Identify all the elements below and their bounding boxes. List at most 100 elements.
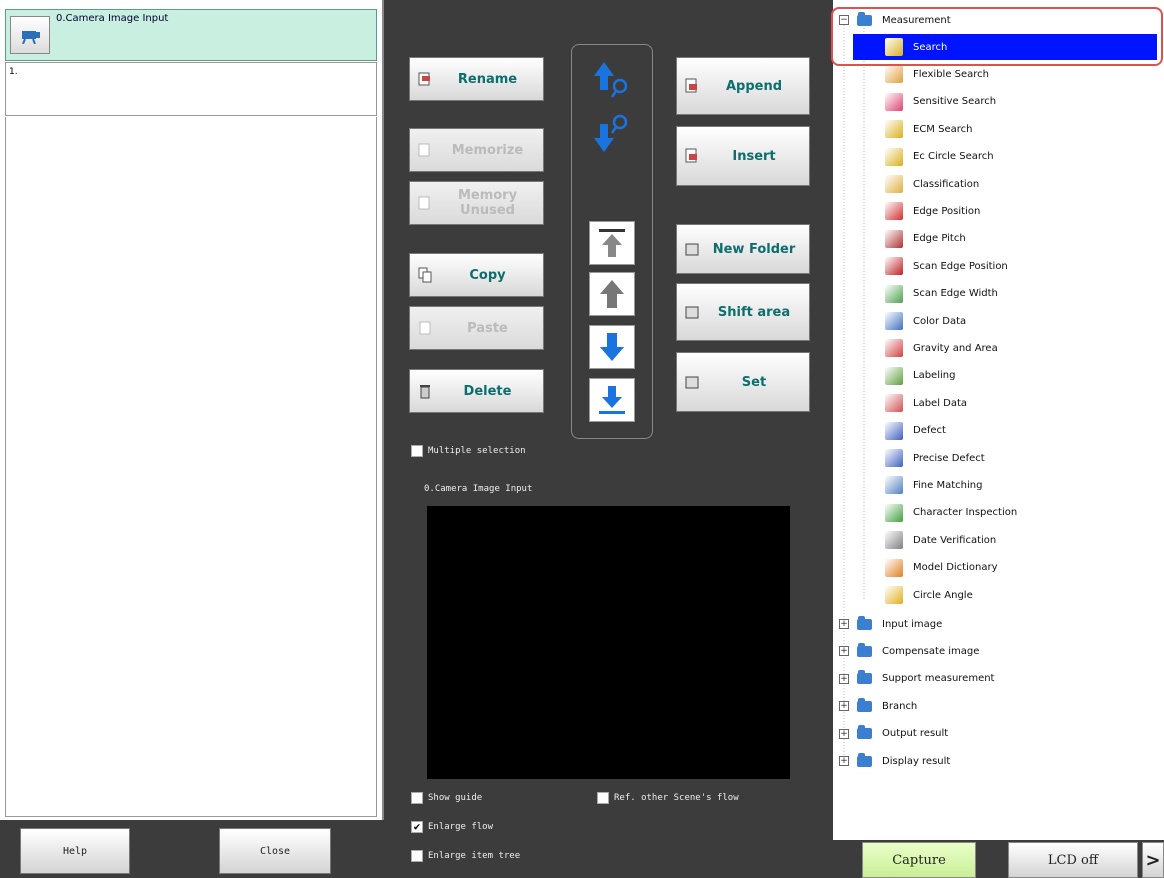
tree-item[interactable]: Date Verification [885,527,996,553]
tree-item[interactable]: Labeling [885,363,955,389]
move-to-bottom-icon[interactable] [589,378,635,422]
move-to-top-icon[interactable] [589,221,635,265]
multiple-selection-checkbox[interactable]: Multiple selection [411,445,526,457]
expand-icon[interactable]: + [839,619,849,629]
defect-icon [885,421,903,440]
folder-icon [857,642,872,657]
preview-title: 0.Camera Image Input [424,484,533,494]
move-controls [571,44,653,439]
camera-icon[interactable] [10,16,50,54]
tree-item-label: Label Data [913,397,968,409]
tree-folder[interactable]: + Display result [839,748,950,774]
close-button[interactable]: Close [219,828,331,874]
tree-item[interactable]: Fine Matching [885,472,982,498]
checkbox-label: Show guide [428,793,483,803]
insert-button[interactable]: Insert [676,126,810,186]
lcd-off-button[interactable]: LCD off [1008,842,1138,878]
checkbox-box[interactable] [597,792,609,804]
tree-item[interactable]: Sensitive Search [885,89,996,115]
expand-icon[interactable]: + [839,646,849,657]
tree-folder[interactable]: + Output result [839,721,948,747]
scan-edge-width-icon [885,284,903,303]
move-down-icon[interactable] [589,325,635,369]
tree-item[interactable]: Scan Edge Position [885,253,1008,279]
paste-label: Paste [467,320,508,336]
checkbox-box[interactable] [411,445,423,457]
ec-circle-search-icon [885,147,903,166]
checkbox-box[interactable] [411,850,423,862]
tree-item-label: Scan Edge Width [913,288,998,300]
expand-icon[interactable]: + [839,756,849,766]
tree-folder[interactable]: + Branch [839,693,917,719]
tree-folder[interactable]: + Compensate image [839,638,979,664]
memorize-button: Memorize [409,128,544,172]
tree-folder[interactable]: + Input image [839,611,942,637]
memory-unused-icon [418,195,432,211]
expand-icon[interactable]: + [839,673,849,684]
append-icon [685,78,699,94]
expand-icon[interactable]: + [839,701,849,712]
labeling-icon [885,366,903,385]
more-button[interactable]: > [1142,842,1164,878]
tree-item[interactable]: Edge Position [885,198,980,224]
tree-item[interactable]: Character Inspection [885,500,1017,526]
tree-item[interactable]: Color Data [885,308,966,334]
tree-item[interactable]: Edge Pitch [885,226,966,252]
checkbox-box-checked[interactable]: ✔ [411,821,423,833]
tree-item[interactable]: Classification [885,171,979,197]
folder-icon [857,725,872,740]
tree-item[interactable]: Label Data [885,390,967,416]
tree-item[interactable]: Model Dictionary [885,555,998,581]
fine-matching-icon [885,476,903,495]
set-label: Set [741,374,767,390]
memorize-label: Memorize [451,142,524,158]
show-guide-checkbox[interactable]: Show guide [411,792,482,804]
tree-item-label: ECM Search [913,123,973,135]
tree-item[interactable]: Ec Circle Search [885,144,994,170]
flow-item-empty[interactable]: 1. [5,62,377,116]
gravity-area-icon [885,339,903,358]
shift-area-icon [685,304,699,320]
tree-item-label: Labeling [913,370,956,382]
copy-icon [418,267,432,283]
edge-pitch-icon [885,229,903,248]
shift-area-button[interactable]: Shift area [676,283,810,341]
new-folder-button[interactable]: New Folder [676,224,810,274]
precise-defect-icon [885,449,903,467]
tree-item[interactable]: Scan Edge Width [885,281,998,307]
tree-item[interactable]: Precise Defect [885,445,985,471]
help-button[interactable]: Help [20,828,130,874]
tree-folder[interactable]: + Support measurement [839,666,994,692]
paste-icon [418,320,432,336]
move-down-search-icon[interactable] [589,111,635,155]
move-up-search-icon[interactable] [589,59,635,103]
sensitive-search-icon [885,92,903,111]
ref-other-scene-checkbox[interactable]: Ref. other Scene's flow [597,792,739,804]
tree-item[interactable]: Circle Angle [885,582,973,608]
flexible-search-icon [885,65,903,84]
tree-item-label: Classification [913,178,980,190]
set-button[interactable]: Set [676,352,810,412]
enlarge-item-tree-checkbox[interactable]: Enlarge item tree [411,850,520,862]
tree-item[interactable]: ECM Search [885,116,972,142]
delete-button[interactable]: Delete [409,369,544,413]
capture-button[interactable]: Capture [862,842,976,878]
paste-button: Paste [409,306,544,350]
append-button[interactable]: Append [676,57,810,115]
expand-icon[interactable]: + [839,728,849,739]
flow-panel: 0.Camera Image Input 1. [0,0,384,820]
tree-item[interactable]: Defect [885,418,946,444]
tree-folder-label: Support measurement [882,673,995,685]
move-up-icon[interactable] [589,272,635,316]
tree-item-label: Scan Edge Position [913,260,1008,272]
enlarge-flow-checkbox[interactable]: ✔ Enlarge flow [411,821,493,833]
copy-button[interactable]: Copy [409,253,544,297]
tree-item[interactable]: Gravity and Area [885,335,998,361]
memorize-icon [418,142,432,158]
flow-item-camera-image-input[interactable]: 0.Camera Image Input [5,9,377,61]
tree-item-label: Defect [913,425,946,437]
ecm-search-icon [885,120,903,139]
rename-button[interactable]: Rename [409,57,544,101]
rename-label: Rename [457,71,518,87]
checkbox-box[interactable] [411,792,423,804]
